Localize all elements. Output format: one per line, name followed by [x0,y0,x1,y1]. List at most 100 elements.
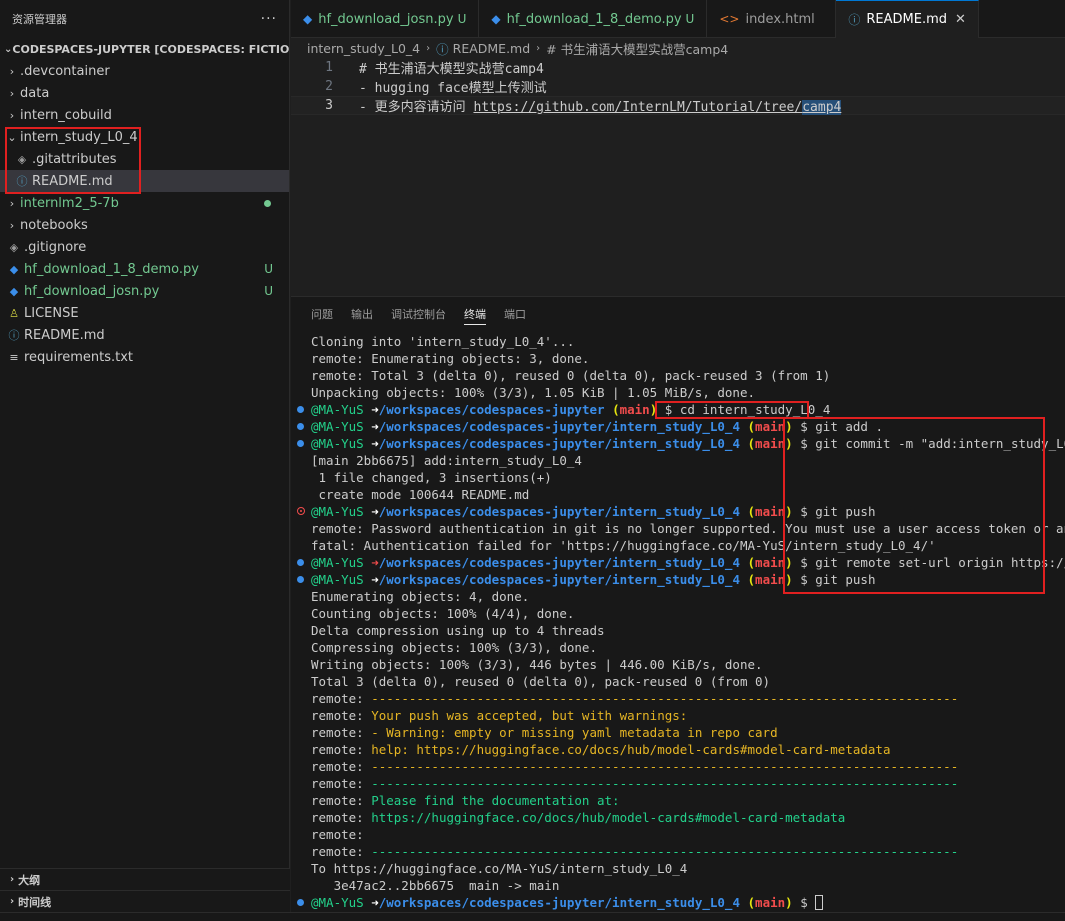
tab-hf-download-demo[interactable]: ◆ hf_download_1_8_demo.py U [479,0,708,38]
terminal-line: Cloning into 'intern_study_L0_4'... [311,334,575,349]
chevron-right-icon: › [10,896,15,907]
command-success-icon [297,899,304,906]
code-editor[interactable]: 1 # 书生浦语大模型实战营camp4 2 - hugging face模型上传… [291,58,1065,294]
terminal-line: remote: Enumerating objects: 3, done. [311,351,590,366]
breadcrumb-file[interactable]: README.md [453,41,531,56]
terminal-line: remote: --------------------------------… [291,690,1065,707]
terminal-line: remote: Your push was accepted, but with… [291,707,1065,724]
tab-label: hf_download_1_8_demo.py [506,11,682,27]
breadcrumb-symbol[interactable]: # 书生浦语大模型实战营camp4 [546,39,728,58]
line-number: 1 [325,60,333,75]
separator-line: ----------------------------------------… [371,691,959,706]
tree-item-internlm[interactable]: › internlm2_5-7b [0,192,289,214]
remote-prefix: remote: [311,810,372,825]
tab-problems[interactable]: 问题 [311,306,333,324]
terminal-line: 3e47ac2..2bb6675 main -> main [311,878,560,893]
tab-ports[interactable]: 端口 [504,306,526,324]
license-icon: ♙ [9,306,19,320]
prompt-paren: ( [747,572,756,587]
command-success-icon [297,406,304,413]
html-file-icon: <> [719,12,740,26]
prompt-paren: ) [785,895,793,910]
outline-label: 大纲 [18,873,41,887]
tab-hf-download-josn[interactable]: ◆ hf_download_josn.py U [291,0,480,38]
text-file-icon: ≡ [9,350,19,364]
info-icon: ⓘ [436,41,449,57]
warning-text: Your push was accepted, but with warning… [371,708,688,723]
outline-section[interactable]: › 大纲 [0,868,290,890]
tree-item-label: notebooks [20,217,88,233]
status-bar [0,912,1065,921]
prompt-user: @MA-YuS [311,419,364,434]
remote-prefix: remote: [311,827,372,842]
prompt-user: @MA-YuS [311,572,364,587]
terminal-line: Delta compression using up to 4 threads [311,623,605,638]
tree-item-devcontainer[interactable]: › .devcontainer [0,60,289,82]
terminal-line: remote: Total 3 (delta 0), reused 0 (del… [311,368,831,383]
timeline-label: 时间线 [18,895,52,909]
terminal-line: remote: - Warning: empty or missing yaml… [291,724,1065,741]
explorer-title: 资源管理器 [12,13,67,26]
prompt-dollar: $ [800,895,808,910]
chevron-right-icon: › [9,108,15,122]
tree-item-license[interactable]: ♙ LICENSE [0,302,289,324]
prompt-arrow: ➜ [371,402,379,417]
code-link[interactable]: https://github.com/InternLM/Tutorial/tre… [473,100,842,115]
tree-item-notebooks[interactable]: › notebooks [0,214,289,236]
prompt-branch: main [755,504,786,519]
selected-text: camp4 [802,100,842,115]
tree-item-intern-cobuild[interactable]: › intern_cobuild [0,104,289,126]
prompt-arrow: ➜ [371,555,379,570]
remote-prefix: remote: [311,691,372,706]
tree-item-readme[interactable]: ⓘ README.md [0,324,289,346]
prompt-user: @MA-YuS [311,555,364,570]
code-line-current: 3 - 更多内容请访问 https://github.com/InternLM/… [291,96,1065,115]
separator-line: ----------------------------------------… [371,776,959,791]
close-icon[interactable]: ✕ [955,12,966,27]
prompt-arrow: ➜ [371,419,379,434]
remote-prefix: remote: [311,759,372,774]
workspace-root[interactable]: ⌄ CODESPACES-JUPYTER [CODESPACES: FICTIO… [0,38,289,60]
command-error-icon [297,507,305,515]
info-icon: ⓘ [848,13,861,27]
tree-item-requirements[interactable]: ≡ requirements.txt [0,346,289,368]
prompt-paren: ( [747,419,756,434]
workspace-root-label: CODESPACES-JUPYTER [CODESPACES: FICTIONA… [12,42,289,56]
terminal-line: remote: https://huggingface.co/docs/hub/… [291,809,1065,826]
modified-dot-icon [264,199,271,207]
tree-item-gitignore[interactable]: ◈ .gitignore [0,236,289,258]
chevron-right-icon: › [9,196,15,210]
terminal-line: Unpacking objects: 100% (3/3), 1.05 KiB … [311,385,756,400]
tab-index-html[interactable]: <> index.html [707,0,837,38]
prompt-branch: main [755,895,786,910]
prompt-arrow: ➜ [371,895,379,910]
terminal-line: remote: Please find the documentation at… [291,792,1065,809]
tree-item-data[interactable]: › data [0,82,289,104]
prompt-path: /workspaces/codespaces-jupyter/intern_st… [378,572,740,587]
prompt-arrow: ➜ [371,436,379,451]
tab-readme[interactable]: ⓘ README.md ✕ [836,0,979,38]
code-link-text: https://github.com/InternLM/Tutorial/tre… [473,100,803,115]
more-actions-icon[interactable]: ··· [261,11,277,27]
remote-prefix: remote: [311,725,372,740]
untracked-badge: U [264,262,273,276]
prompt-paren: ( [747,555,756,570]
timeline-section[interactable]: › 时间线 [0,890,290,912]
breadcrumb-folder[interactable]: intern_study_L0_4 [307,41,420,56]
info-icon: ⓘ [8,329,20,342]
tree-item-label: .gitignore [24,239,87,255]
tab-debug-console[interactable]: 调试控制台 [391,306,446,324]
tab-terminal[interactable]: 终端 [464,306,486,325]
git-file-icon: ◈ [9,240,19,254]
tree-item-hf-demo[interactable]: ◆ hf_download_1_8_demo.py U [0,258,289,280]
tab-label: README.md [866,12,947,27]
prompt-branch: main [619,402,650,417]
prompt-branch: main [755,572,786,587]
bottom-panel: 问题 输出 调试控制台 终端 端口 Cloning into 'intern_s… [291,296,1065,912]
prompt-branch: main [755,436,786,451]
prompt-branch: main [755,555,786,570]
separator-line: ----------------------------------------… [371,844,959,859]
tree-item-hf-josn[interactable]: ◆ hf_download_josn.py U [0,280,289,302]
terminal-cursor[interactable] [815,895,824,910]
tab-output[interactable]: 输出 [351,306,373,324]
